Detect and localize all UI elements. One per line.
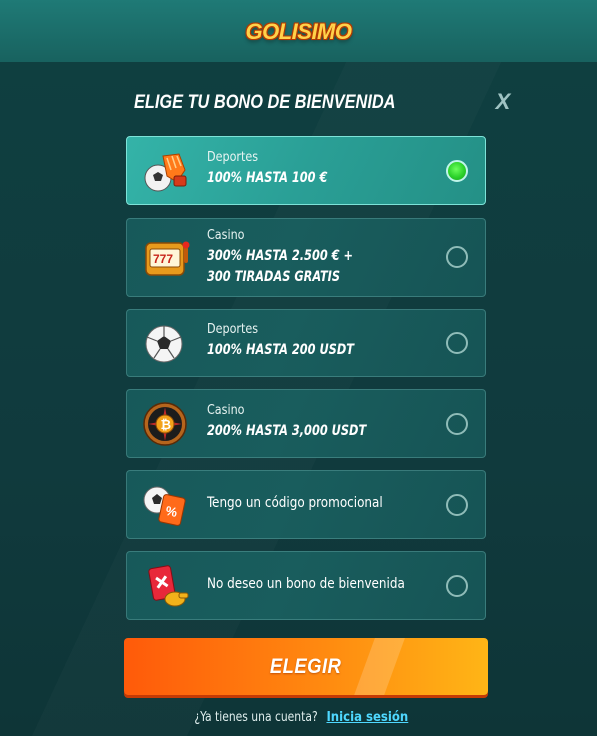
bonus-option-sports-100[interactable]: Deportes 100% HASTA 100 € xyxy=(126,136,486,205)
option-amount: 200% HASTA 3,000 USDT xyxy=(207,423,367,439)
option-label: No deseo un bono de bienvenida xyxy=(207,576,405,592)
option-category: Deportes xyxy=(207,149,259,165)
radio-unselected[interactable] xyxy=(446,246,468,268)
login-link[interactable]: Inicia sesión xyxy=(326,710,408,725)
login-prompt: ¿Ya tienes una cuenta? Inicia sesión xyxy=(0,710,597,725)
option-amount: 100% HASTA 200 USDT xyxy=(207,342,354,358)
elegir-button[interactable]: ELEGIR xyxy=(124,638,488,695)
radio-unselected[interactable] xyxy=(446,575,468,597)
bonus-option-sports-usdt[interactable]: Deportes 100% HASTA 200 USDT xyxy=(126,309,486,377)
radio-selected[interactable] xyxy=(446,160,468,182)
radio-unselected[interactable] xyxy=(446,413,468,435)
option-category: Deportes xyxy=(207,321,259,337)
button-shine xyxy=(349,638,409,695)
bonus-option-casino-usdt[interactable]: ₿ Casino 200% HASTA 3,000 USDT xyxy=(126,389,486,458)
option-label: Tengo un código promocional xyxy=(207,495,383,511)
elegir-button-label: ELEGIR xyxy=(270,654,342,678)
slot-machine-icon: 777 xyxy=(145,241,190,276)
roulette-bitcoin-icon: ₿ xyxy=(143,402,187,446)
option-amount-line1: 300% HASTA 2.500 € + xyxy=(207,248,353,264)
option-amount-line2: 300 TIRADAS GRATIS xyxy=(207,269,341,285)
option-category: Casino xyxy=(207,227,245,243)
radio-unselected[interactable] xyxy=(446,494,468,516)
brand-logo[interactable]: GOLISIMO xyxy=(246,19,353,45)
modal-title: ELIGE TU BONO DE BIENVENIDA xyxy=(134,92,396,113)
no-bonus-option[interactable]: No deseo un bono de bienvenida xyxy=(126,551,486,620)
option-category: Casino xyxy=(207,402,245,418)
svg-text:₿: ₿ xyxy=(161,417,172,432)
top-bar: GOLISIMO xyxy=(0,0,597,62)
radio-unselected[interactable] xyxy=(446,332,468,354)
svg-text:777: 777 xyxy=(153,252,173,266)
promo-ticket-icon: % xyxy=(143,486,186,526)
close-button[interactable]: X xyxy=(492,90,514,114)
option-amount: 100% HASTA 100 € xyxy=(207,170,328,186)
glove-ball-icon xyxy=(144,153,187,192)
soccer-ball-icon xyxy=(145,325,183,363)
bonus-option-casino-300[interactable]: 777 Casino 300% HASTA 2.500 € + 300 TIRA… xyxy=(126,218,486,297)
login-question: ¿Ya tienes una cuenta? xyxy=(194,710,318,725)
red-card-whistle-icon xyxy=(148,565,189,607)
promo-code-option[interactable]: % Tengo un código promocional xyxy=(126,470,486,539)
